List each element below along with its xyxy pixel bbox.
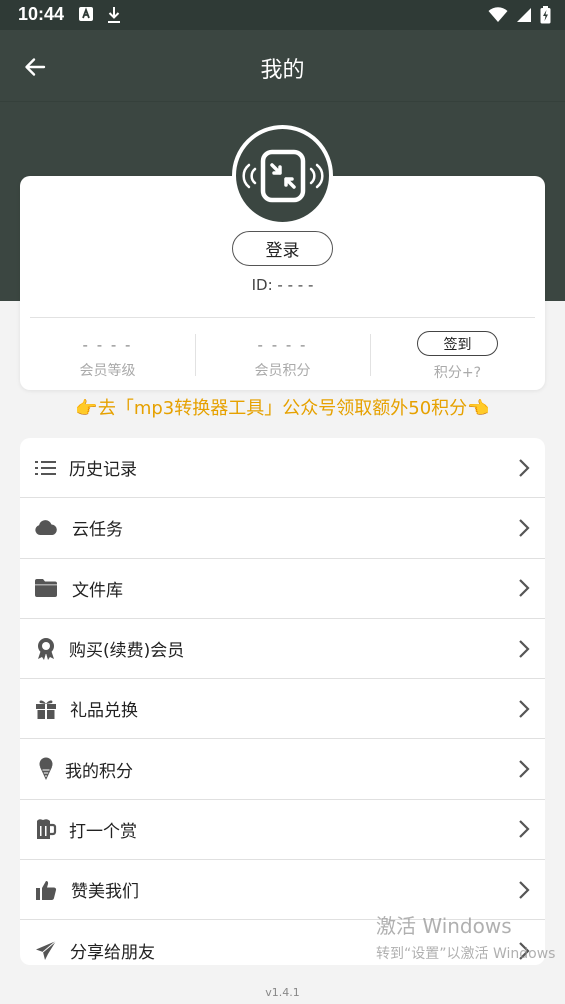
menu-item-tip[interactable]: 打一个赏 xyxy=(20,800,545,861)
menu-item-label: 礼品兑换 xyxy=(70,701,138,722)
menu-item-gift-redeem[interactable]: 礼品兑换 xyxy=(20,679,545,740)
menu-item-label: 文件库 xyxy=(72,580,123,601)
promo-banner[interactable]: 👉去「mp3转换器工具」公众号领取额外50积分👈 xyxy=(0,394,565,420)
checkin-stat: 签到 积分+? xyxy=(370,326,545,386)
member-level-label: 会员等级 xyxy=(79,363,136,379)
chevron-right-icon xyxy=(519,700,530,718)
avatar[interactable] xyxy=(232,125,333,226)
gift-icon xyxy=(34,697,58,721)
chevron-right-icon xyxy=(519,639,530,658)
list-icon xyxy=(34,456,58,480)
chevron-right-icon xyxy=(519,820,530,839)
member-level-stat: - - - - 会员等级 xyxy=(20,326,195,386)
page-title: 我的 xyxy=(260,58,305,83)
menu-item-label: 历史记录 xyxy=(69,460,137,481)
member-level-value: - - - - xyxy=(82,336,133,354)
chevron-right-icon xyxy=(519,519,530,537)
menu-item-history[interactable]: 历史记录 xyxy=(20,438,545,499)
member-points-stat: - - - - 会员积分 xyxy=(195,326,370,386)
menu-item-share[interactable]: 分享给朋友 xyxy=(20,920,545,965)
menu-item-buy-membership[interactable]: 购买(续费)会员 xyxy=(20,619,545,680)
checkin-points-label: 积分+? xyxy=(433,365,482,381)
menu-item-label: 打一个赏 xyxy=(69,821,137,842)
menu-item-file-library[interactable]: 文件库 xyxy=(20,559,545,619)
thumbs-up-icon xyxy=(34,878,58,902)
menu-list: 历史记录 云任务 文件库 购买(续费)会员 礼品兑换 我的积分 打一个赏 赞美我… xyxy=(20,438,545,965)
paper-plane-icon xyxy=(34,939,58,963)
cloud-icon xyxy=(34,516,58,540)
notification-app-icon xyxy=(79,7,93,21)
download-icon xyxy=(108,7,120,23)
login-button[interactable]: 登录 xyxy=(232,231,333,266)
menu-item-label: 云任务 xyxy=(72,520,123,541)
checkin-button[interactable]: 签到 xyxy=(417,331,498,356)
chevron-right-icon xyxy=(519,579,530,598)
menu-item-cloud-tasks[interactable]: 云任务 xyxy=(20,498,545,559)
ice-cream-icon xyxy=(34,757,58,781)
chevron-right-icon xyxy=(519,458,530,477)
menu-item-label: 赞美我们 xyxy=(71,882,139,903)
member-points-label: 会员积分 xyxy=(254,363,311,379)
wifi-icon xyxy=(488,7,508,22)
menu-item-praise-us[interactable]: 赞美我们 xyxy=(20,860,545,921)
menu-item-label: 分享给朋友 xyxy=(70,943,155,964)
folder-icon xyxy=(34,576,58,600)
user-id: ID: - - - - xyxy=(251,276,314,294)
signal-icon xyxy=(517,8,531,22)
app-bar: 我的 xyxy=(0,30,565,102)
status-bar: 10:44 xyxy=(0,0,565,30)
app-logo-icon xyxy=(241,149,324,202)
battery-icon xyxy=(540,6,551,24)
status-time: 10:44 xyxy=(18,4,65,24)
chevron-right-icon xyxy=(519,941,530,960)
member-points-value: - - - - xyxy=(257,336,308,354)
chevron-right-icon xyxy=(519,880,530,899)
menu-item-label: 我的积分 xyxy=(65,761,133,782)
beer-mug-icon xyxy=(34,817,58,841)
app-version: v1.4.1 xyxy=(265,986,300,999)
card-divider xyxy=(30,317,535,318)
menu-item-my-points[interactable]: 我的积分 xyxy=(20,739,545,800)
award-icon xyxy=(34,637,58,661)
menu-item-label: 购买(续费)会员 xyxy=(69,641,185,662)
chevron-right-icon xyxy=(519,760,530,778)
